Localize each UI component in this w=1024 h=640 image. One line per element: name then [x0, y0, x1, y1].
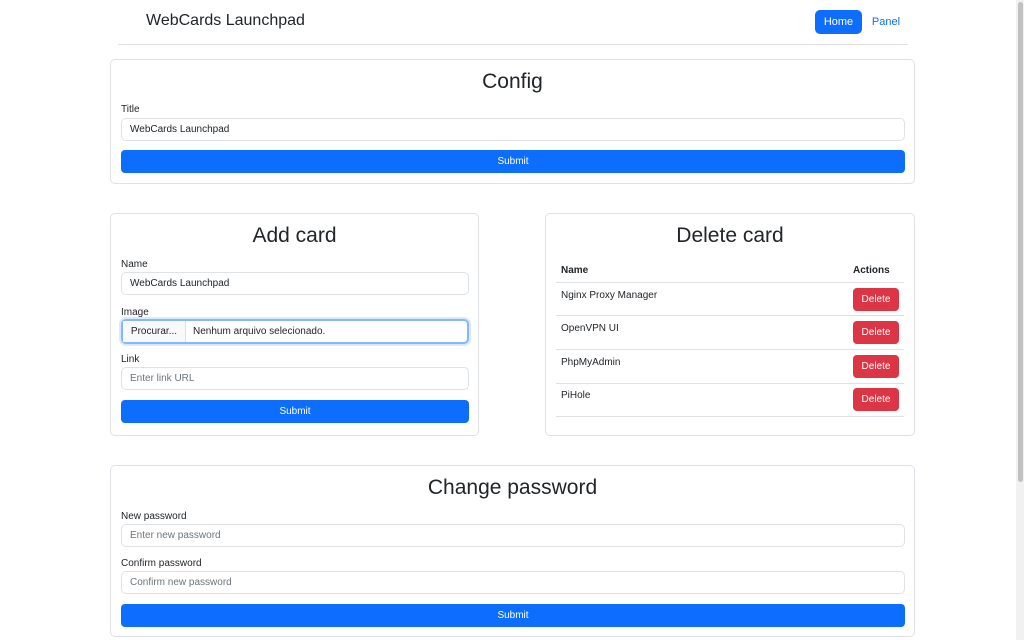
config-submit-button[interactable]: Submit	[121, 150, 905, 173]
navbar: WebCards Launchpad Home Panel	[118, 0, 908, 45]
delete-button[interactable]: Delete	[853, 288, 899, 311]
confirm-password-input[interactable]: Confirm new password	[121, 571, 905, 594]
change-password-card: Change password New password Enter new p…	[110, 465, 915, 637]
table-row: Nginx Proxy Manager Delete	[556, 282, 904, 316]
link-input[interactable]: Enter link URL	[121, 367, 469, 390]
change-password-submit-button[interactable]: Submit	[121, 604, 905, 627]
delete-card-card: Delete card Name Actions Nginx Proxy Man…	[545, 213, 915, 436]
new-password-input[interactable]: Enter new password	[121, 524, 905, 547]
column-header-name: Name	[561, 265, 589, 276]
confirm-password-label: Confirm password	[121, 558, 202, 569]
browse-file-button[interactable]: Procurar...	[123, 321, 186, 342]
add-card-title: Add card	[252, 224, 337, 247]
config-card: Config Title WebCards Launchpad Submit	[110, 59, 915, 184]
title-label: Title	[121, 104, 140, 115]
image-label: Image	[121, 307, 149, 318]
new-password-label: New password	[121, 511, 187, 522]
column-header-actions: Actions	[853, 265, 890, 276]
delete-card-title: Delete card	[676, 224, 784, 247]
brand-title[interactable]: WebCards Launchpad	[146, 12, 305, 30]
image-file-input[interactable]: Procurar... Nenhum arquivo selecionado.	[121, 319, 469, 344]
file-status-text: Nenhum arquivo selecionado.	[193, 326, 326, 337]
table-row: PiHole Delete	[556, 383, 904, 417]
title-input[interactable]: WebCards Launchpad	[121, 118, 905, 141]
delete-button[interactable]: Delete	[853, 388, 899, 411]
config-card-title: Config	[482, 70, 543, 93]
add-card-card: Add card Name WebCards Launchpad Image P…	[110, 213, 479, 436]
row-name: Nginx Proxy Manager	[561, 290, 658, 301]
delete-button[interactable]: Delete	[853, 321, 899, 344]
delete-button[interactable]: Delete	[853, 355, 899, 378]
change-password-title: Change password	[427, 476, 598, 499]
row-name: OpenVPN UI	[561, 323, 619, 334]
page-scrollbar[interactable]	[1016, 0, 1024, 640]
add-card-submit-button[interactable]: Submit	[121, 400, 469, 423]
table-row: OpenVPN UI Delete	[556, 316, 904, 350]
nav-panel-link[interactable]: Panel	[869, 10, 903, 34]
row-name: PiHole	[561, 390, 591, 401]
name-label: Name	[121, 259, 148, 270]
card-name-input[interactable]: WebCards Launchpad	[121, 272, 469, 295]
row-name: PhpMyAdmin	[561, 357, 621, 368]
table-row: PhpMyAdmin Delete	[556, 350, 904, 384]
scrollbar-thumb[interactable]	[1018, 2, 1023, 482]
nav-home-button[interactable]: Home	[815, 10, 862, 34]
link-label: Link	[121, 354, 140, 365]
